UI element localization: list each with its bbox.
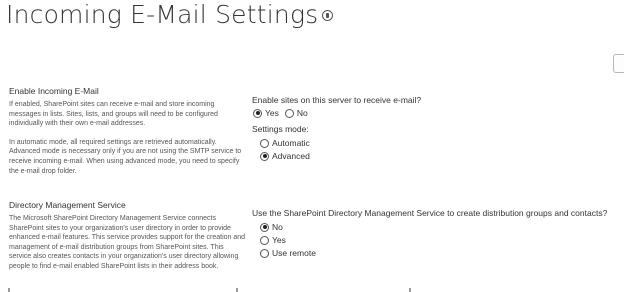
directory-service-no-radio[interactable] <box>260 222 269 232</box>
directory-service-yes-option[interactable]: Yes <box>260 235 286 245</box>
directory-service-remote-radio[interactable] <box>260 248 269 258</box>
info-icon[interactable] <box>322 10 334 21</box>
enable-email-question: Enable sites on this server to receive e… <box>252 95 422 105</box>
enable-email-no-label: No <box>296 108 308 118</box>
page-title: Incoming E-Mail Settings <box>6 0 334 30</box>
settings-mode-advanced-label: Advanced <box>272 151 310 161</box>
cutoff-control-edge-middle <box>236 288 238 292</box>
incoming-email-description-1: If enabled, SharePoint sites can receive… <box>9 101 218 128</box>
directory-service-heading: Directory Management Service <box>9 200 126 210</box>
incoming-email-heading: Enable Incoming E-Mail <box>9 86 99 96</box>
directory-service-yes-label: Yes <box>272 235 286 245</box>
directory-service-remote-option[interactable]: Use remote <box>260 248 316 258</box>
directory-service-question: Use the SharePoint Directory Management … <box>252 208 608 218</box>
cutoff-control-edge-right <box>409 288 411 292</box>
directory-service-no-label: No <box>272 222 283 232</box>
enable-email-radio-group: Yes No <box>253 108 314 118</box>
settings-mode-automatic-option[interactable]: Automatic <box>260 138 310 148</box>
settings-mode-label: Settings mode: <box>252 124 309 134</box>
cutoff-control-edge-left <box>8 288 10 292</box>
incoming-email-description: If enabled, SharePoint sites can receive… <box>9 100 247 176</box>
enable-email-no-option[interactable]: No <box>284 108 308 118</box>
enable-email-no-radio[interactable] <box>284 108 294 118</box>
settings-mode-advanced-radio[interactable] <box>260 151 269 161</box>
settings-mode-automatic-label: Automatic <box>272 138 310 148</box>
directory-service-remote-label: Use remote <box>272 248 316 258</box>
settings-mode-advanced-option[interactable]: Advanced <box>260 151 310 161</box>
directory-service-description: The Microsoft SharePoint Directory Manag… <box>9 214 247 272</box>
directory-service-yes-radio[interactable] <box>260 235 269 245</box>
enable-email-yes-label: Yes <box>265 108 279 118</box>
directory-service-description-text: The Microsoft SharePoint Directory Manag… <box>9 215 246 270</box>
page-title-text: Incoming E-Mail Settings <box>6 0 319 29</box>
ribbon-toggle-button[interactable] <box>613 54 624 73</box>
incoming-email-description-2: In automatic mode, all required settings… <box>9 138 242 175</box>
settings-mode-automatic-radio[interactable] <box>260 138 269 148</box>
enable-email-yes-option[interactable]: Yes <box>253 108 279 118</box>
directory-service-no-option[interactable]: No <box>260 222 283 232</box>
enable-email-yes-radio[interactable] <box>253 108 262 118</box>
